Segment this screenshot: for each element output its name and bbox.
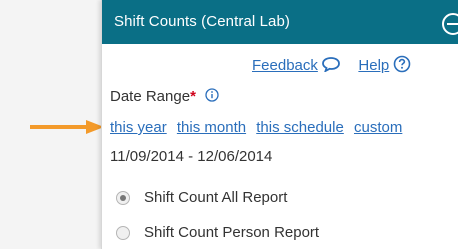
- required-mark: *: [190, 88, 196, 105]
- report-option-person[interactable]: Shift Count Person Report: [116, 224, 319, 241]
- shift-counts-panel: Shift Counts (Central Lab) Feedback Help…: [101, 0, 458, 249]
- report-label-all: Shift Count All Report: [144, 189, 288, 206]
- range-this-month-link[interactable]: this month: [177, 119, 246, 136]
- top-links: Feedback Help: [252, 55, 411, 77]
- help-link[interactable]: Help: [358, 57, 389, 74]
- collapse-icon[interactable]: [442, 13, 458, 35]
- range-this-year-link[interactable]: this year: [110, 119, 167, 136]
- help-icon[interactable]: [393, 55, 411, 77]
- info-icon[interactable]: [205, 88, 219, 106]
- report-radio-person[interactable]: [116, 225, 130, 240]
- arrow-icon: [30, 120, 104, 134]
- date-range-label: Date Range*: [110, 88, 219, 106]
- date-range-options: this year this month this schedule custo…: [110, 119, 408, 136]
- range-this-schedule-link[interactable]: this schedule: [256, 119, 344, 136]
- report-label-person: Shift Count Person Report: [144, 224, 320, 241]
- panel-title: Shift Counts (Central Lab): [114, 13, 291, 30]
- report-option-all[interactable]: Shift Count All Report: [116, 189, 287, 206]
- panel-header: Shift Counts (Central Lab): [102, 0, 458, 44]
- feedback-icon[interactable]: [322, 56, 340, 76]
- date-range-value: 11/09/2014 - 12/06/2014: [110, 148, 273, 165]
- report-radio-all[interactable]: [116, 190, 130, 205]
- feedback-link[interactable]: Feedback: [252, 57, 318, 74]
- range-custom-link[interactable]: custom: [354, 119, 402, 136]
- date-range-label-text: Date Range: [110, 88, 191, 105]
